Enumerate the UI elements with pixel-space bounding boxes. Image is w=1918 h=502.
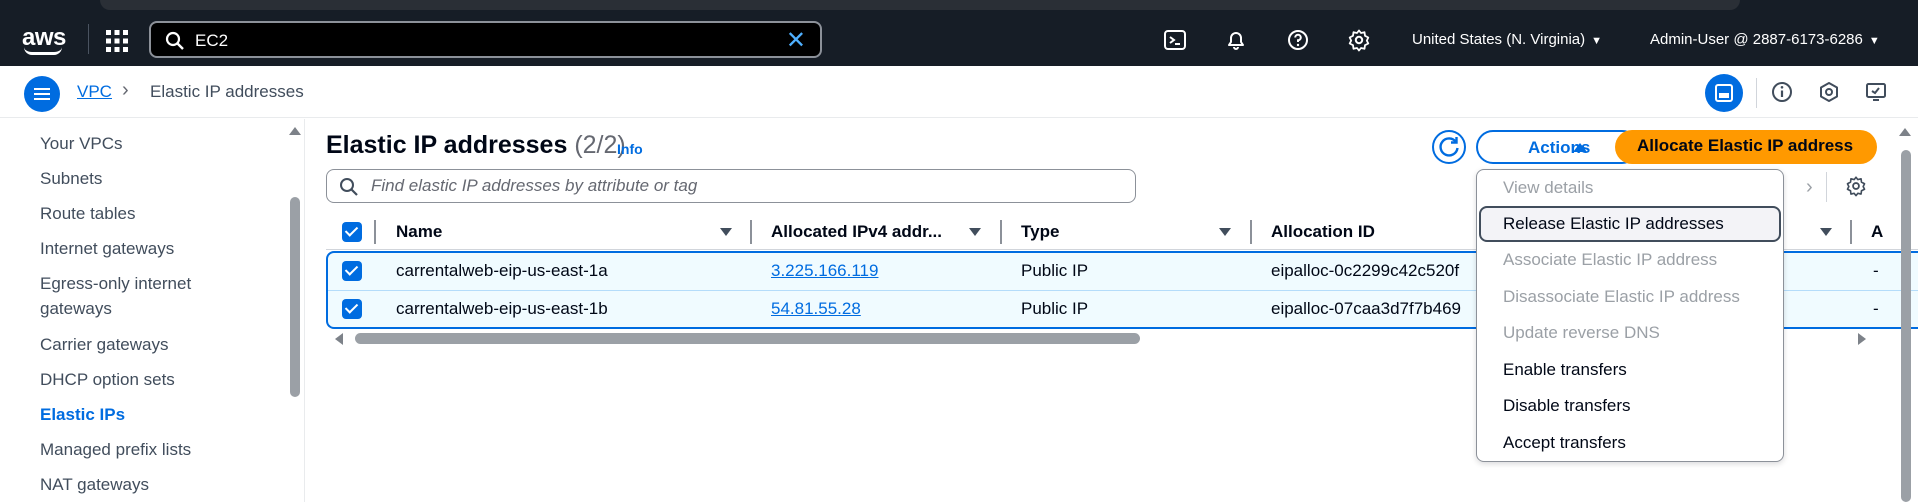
tutorial-icon[interactable] <box>1864 80 1888 104</box>
region-selector[interactable]: United States (N. Virginia) ▼ <box>1412 31 1602 48</box>
sidebar-item-dhcp-option-sets[interactable]: DHCP option sets <box>40 367 175 392</box>
menu-item-disassociate-elastic-ip: Disassociate Elastic IP address <box>1503 287 1740 306</box>
split-panel-icon <box>1715 84 1733 102</box>
scroll-up-arrow[interactable] <box>289 127 301 135</box>
cell-type: Public IP <box>1021 261 1089 280</box>
sidebar-item-carrier-gateways[interactable]: Carrier gateways <box>40 332 169 357</box>
menu-item-update-reverse-dns: Update reverse DNS <box>1503 323 1660 342</box>
column-header-partial[interactable]: A <box>1871 222 1883 242</box>
menu-item-disable-transfers[interactable]: Disable transfers <box>1503 396 1631 416</box>
row-checkbox[interactable] <box>342 299 362 319</box>
column-header-ipv4[interactable]: Allocated IPv4 addr... <box>771 222 942 242</box>
refresh-button[interactable] <box>1432 130 1466 164</box>
ai-assistant-icon[interactable] <box>1817 80 1841 104</box>
global-search-value[interactable]: EC2 <box>195 31 228 51</box>
column-header-allocation-id[interactable]: Allocation ID <box>1271 222 1375 242</box>
breadcrumb-bar: VPC › Elastic IP addresses <box>0 66 1918 118</box>
sidebar-item-elastic-ips[interactable]: Elastic IPs <box>40 402 125 427</box>
account-label: Admin-User @ 2887-6173-6286 <box>1650 31 1863 48</box>
refresh-icon <box>1439 137 1459 157</box>
menu-item-accept-transfers[interactable]: Accept transfers <box>1503 433 1626 453</box>
info-link[interactable]: Info <box>617 141 643 157</box>
caret-down-icon: ▼ <box>1868 35 1880 47</box>
sort-icon[interactable] <box>1820 228 1832 236</box>
page-scrollbar[interactable] <box>1901 150 1911 502</box>
menu-item-associate-elastic-ip: Associate Elastic IP address <box>1503 250 1718 269</box>
tool-divider <box>1756 78 1757 108</box>
row-checkbox[interactable] <box>342 261 362 281</box>
menu-item-release-elastic-ip[interactable]: Release Elastic IP addresses <box>1503 214 1724 234</box>
search-icon <box>165 31 184 50</box>
pager-divider <box>1826 172 1827 202</box>
grid-icon[interactable] <box>106 30 128 52</box>
caret-up-icon <box>1573 143 1587 152</box>
scroll-up-arrow[interactable] <box>1899 128 1911 136</box>
clear-icon[interactable]: ✕ <box>786 29 806 53</box>
column-divider[interactable] <box>1250 220 1252 244</box>
column-divider[interactable] <box>1000 220 1002 244</box>
search-icon <box>340 178 358 196</box>
page-title: Elastic IP addresses (2/2) <box>326 131 626 160</box>
column-divider <box>374 220 376 244</box>
sort-icon[interactable] <box>720 228 732 236</box>
column-divider[interactable] <box>750 220 752 244</box>
column-header-type[interactable]: Type <box>1021 222 1059 242</box>
region-label: United States (N. Virginia) <box>1412 31 1586 48</box>
aws-smile-logo <box>24 47 62 55</box>
sidebar-item-internet-gateways[interactable]: Internet gateways <box>40 236 174 261</box>
menu-item-view-details: View details <box>1503 178 1594 197</box>
cell-ip-link[interactable]: 3.225.166.119 <box>771 261 878 281</box>
chevron-right-icon: › <box>122 79 129 101</box>
side-navigation: Your VPCs Subnets Route tables Internet … <box>0 119 305 502</box>
sidebar-item-your-vpcs[interactable]: Your VPCs <box>40 131 123 156</box>
split-panel-button[interactable] <box>1705 74 1743 112</box>
nav-divider <box>88 24 89 54</box>
cell-name: carrentalweb-eip-us-east-1b <box>396 299 608 318</box>
sort-icon[interactable] <box>1219 228 1231 236</box>
bell-icon[interactable] <box>1224 28 1248 52</box>
filter-search[interactable] <box>326 169 1136 203</box>
cell-ip-link[interactable]: 54.81.55.28 <box>771 299 861 319</box>
top-navigation: aws EC2 ✕ United States (N. Virginia) ▼ A… <box>0 0 1918 66</box>
info-icon[interactable] <box>1770 80 1794 104</box>
cell-allocation-id: eipalloc-07caa3d7f7b469 <box>1271 299 1461 318</box>
allocate-elastic-ip-button[interactable]: Allocate Elastic IP address <box>1615 130 1877 164</box>
scroll-left-arrow[interactable] <box>335 333 343 345</box>
cell-allocation-id: eipalloc-0c2299c42c520f <box>1271 261 1460 280</box>
filter-input[interactable] <box>371 174 1111 198</box>
cell-extra: - <box>1873 299 1879 318</box>
breadcrumb-vpc-link[interactable]: VPC <box>77 82 112 102</box>
horizontal-scrollbar[interactable] <box>355 333 1140 344</box>
cell-type: Public IP <box>1021 299 1089 318</box>
sidebar-item-nat-gateways[interactable]: NAT gateways <box>40 472 149 497</box>
account-menu[interactable]: Admin-User @ 2887-6173-6286 ▼ <box>1650 31 1880 48</box>
sidebar-item-route-tables[interactable]: Route tables <box>40 201 135 226</box>
browser-strip <box>100 0 1740 10</box>
scroll-right-arrow[interactable] <box>1858 333 1866 345</box>
column-header-name[interactable]: Name <box>396 222 442 242</box>
sort-icon[interactable] <box>969 228 981 236</box>
actions-dropdown-menu: View details Release Elastic IP addresse… <box>1476 169 1784 462</box>
sidebar-scrollbar[interactable] <box>290 197 300 397</box>
help-icon[interactable] <box>1286 28 1310 52</box>
global-search-input[interactable]: EC2 ✕ <box>149 21 822 58</box>
page-title-text: Elastic IP addresses <box>326 131 568 159</box>
table-settings-icon[interactable] <box>1845 175 1867 197</box>
caret-down-icon: ▼ <box>1591 35 1603 47</box>
cell-name: carrentalweb-eip-us-east-1a <box>396 261 608 280</box>
column-divider[interactable] <box>1850 220 1852 244</box>
sidebar-item-egress-only-internet-gateways[interactable]: Egress-only internet gateways <box>40 271 240 321</box>
sidebar-item-subnets[interactable]: Subnets <box>40 166 102 191</box>
menu-item-enable-transfers[interactable]: Enable transfers <box>1503 360 1627 380</box>
select-all-checkbox[interactable] <box>342 222 362 242</box>
breadcrumb-current: Elastic IP addresses <box>150 82 304 101</box>
cell-extra: - <box>1873 261 1879 280</box>
next-page-icon[interactable]: › <box>1806 176 1813 199</box>
cloudshell-icon[interactable] <box>1163 28 1187 52</box>
sidebar-item-managed-prefix-lists[interactable]: Managed prefix lists <box>40 437 191 462</box>
gear-icon[interactable] <box>1347 28 1371 52</box>
side-nav-toggle-button[interactable] <box>24 76 60 112</box>
